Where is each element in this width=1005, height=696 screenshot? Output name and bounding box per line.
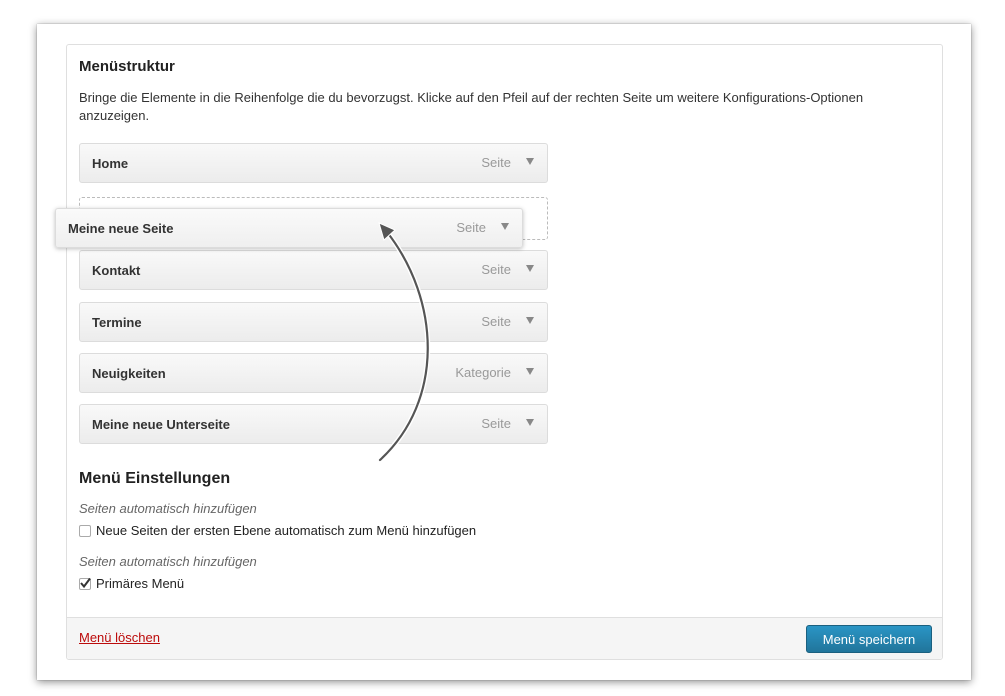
triangle-down-icon[interactable]	[525, 417, 535, 427]
triangle-down-icon[interactable]	[525, 263, 535, 273]
checkmark-icon	[80, 577, 91, 588]
menu-structure-heading: Menüstruktur	[79, 58, 175, 75]
menu-item-kontakt[interactable]: Kontakt Seite	[79, 250, 548, 290]
menu-location-label: Seiten automatisch hinzufügen	[79, 554, 257, 569]
menu-item-title: Meine neue Seite	[68, 221, 174, 236]
primary-menu-option[interactable]: Primäres Menü	[79, 576, 184, 591]
primary-menu-checkbox[interactable]	[79, 577, 91, 590]
save-menu-button[interactable]: Menü speichern	[806, 625, 932, 653]
menu-item-title: Kontakt	[92, 263, 141, 278]
auto-add-pages-checkbox[interactable]	[79, 524, 91, 537]
auto-add-pages-option[interactable]: Neue Seiten der ersten Ebene automatisch…	[79, 523, 476, 538]
auto-add-pages-label: Seiten automatisch hinzufügen	[79, 501, 257, 516]
menu-item-title: Meine neue Unterseite	[92, 417, 230, 432]
menu-item-termine[interactable]: Termine Seite	[79, 302, 548, 342]
menu-item-type: Seite	[481, 262, 511, 277]
menu-item-neuigkeiten[interactable]: Neuigkeiten Kategorie	[79, 353, 548, 393]
triangle-down-icon[interactable]	[525, 156, 535, 166]
triangle-down-icon[interactable]	[500, 221, 510, 231]
menu-item-type: Seite	[481, 314, 511, 329]
triangle-down-icon[interactable]	[525, 366, 535, 376]
menu-item-type: Kategorie	[455, 365, 511, 380]
triangle-down-icon[interactable]	[525, 315, 535, 325]
menu-item-title: Home	[92, 156, 129, 171]
auto-add-pages-option-label: Neue Seiten der ersten Ebene automatisch…	[96, 523, 477, 538]
primary-menu-option-label: Primäres Menü	[96, 576, 185, 591]
menu-item-dragging[interactable]: Meine neue Seite Seite	[55, 208, 523, 248]
menu-settings-heading: Menü Einstellungen	[79, 470, 231, 487]
menu-item-type: Seite	[481, 155, 511, 170]
menu-item-title: Neuigkeiten	[92, 366, 166, 381]
menu-item-unterseite[interactable]: Meine neue Unterseite Seite	[79, 404, 548, 444]
menu-item-type: Seite	[456, 220, 486, 235]
menu-item-type: Seite	[481, 416, 511, 431]
menu-item-title: Termine	[92, 315, 142, 330]
delete-menu-link[interactable]: Menü löschen	[79, 630, 160, 645]
menu-item-home[interactable]: Home Seite	[79, 143, 548, 183]
menu-structure-instructions: Bringe die Elemente in die Reihenfolge d…	[79, 90, 864, 123]
